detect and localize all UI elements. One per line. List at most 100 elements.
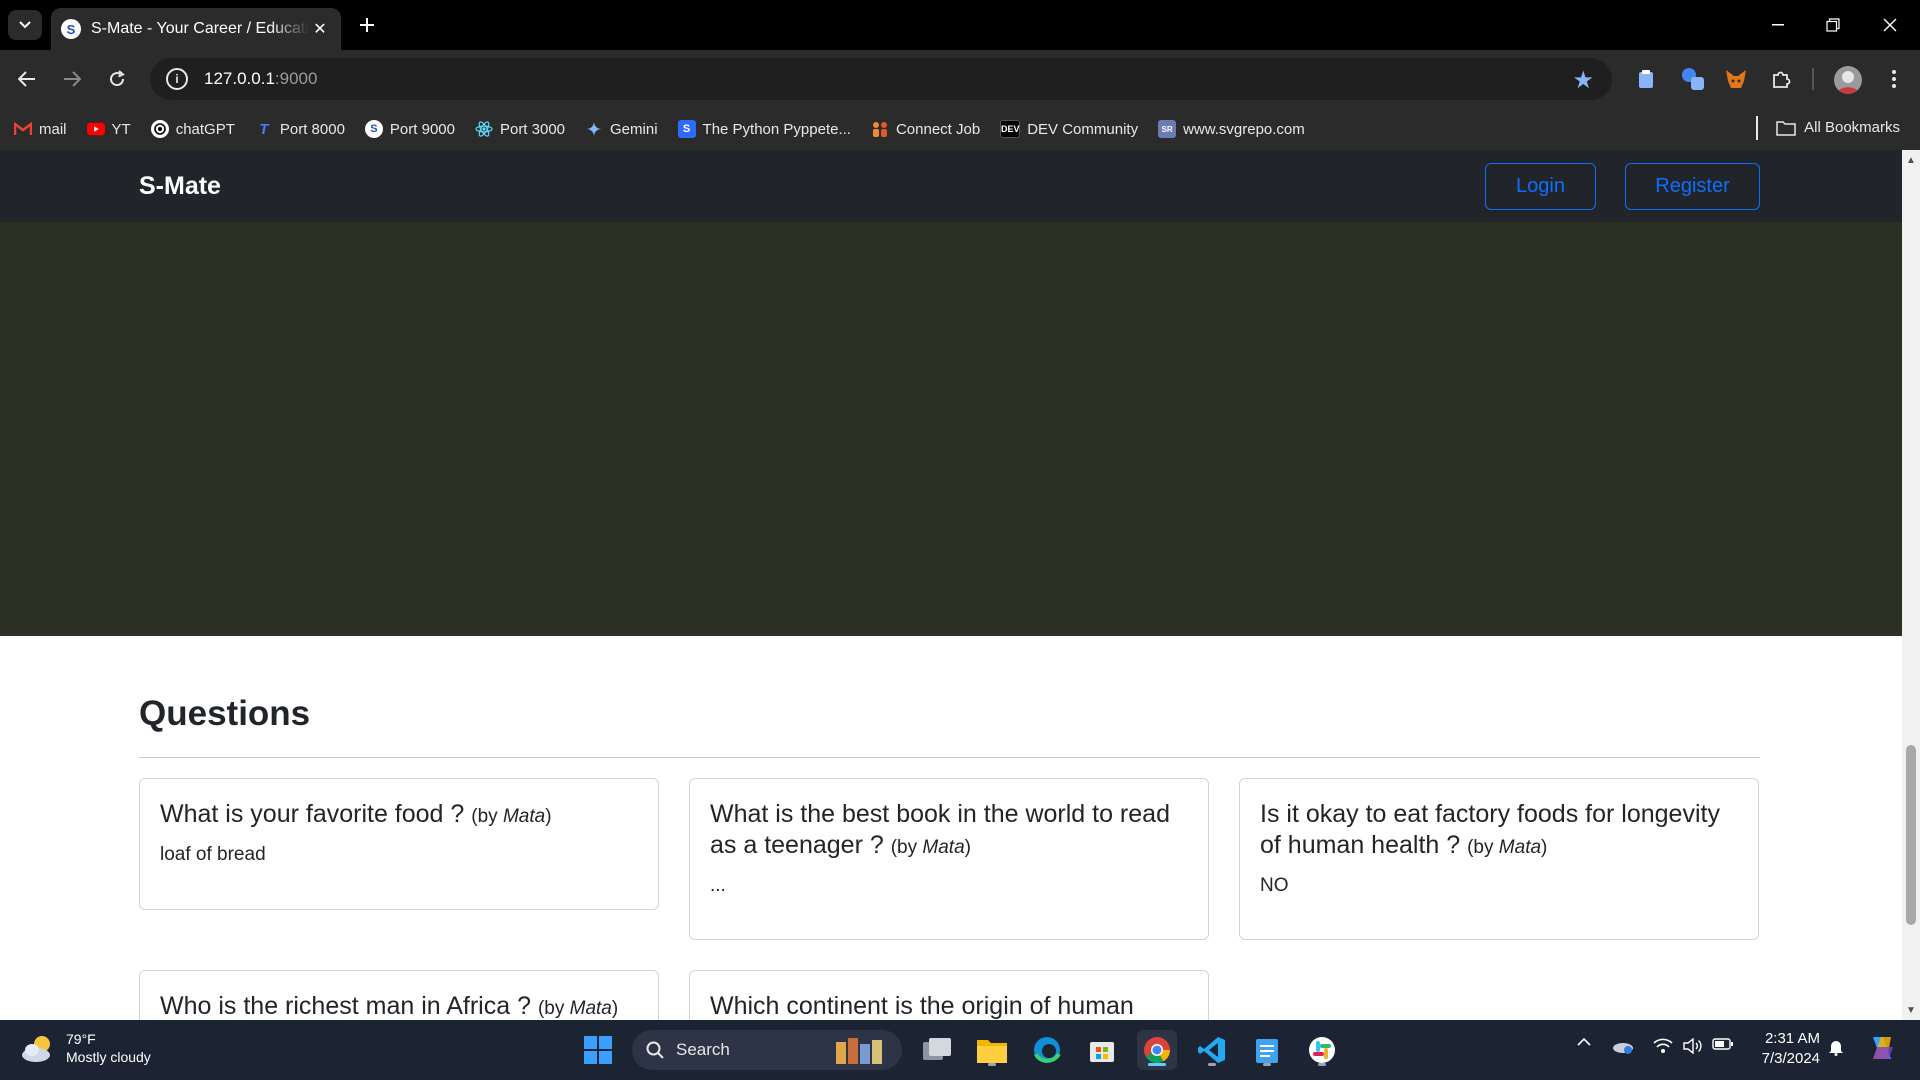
restore-button[interactable] [1815,10,1851,40]
forward-button[interactable] [57,64,87,94]
login-button[interactable]: Login [1485,163,1596,210]
chevron-down-icon [19,21,31,29]
chevron-up-icon[interactable] [1574,1038,1594,1046]
plus-icon [360,18,374,32]
bookmark-port-3000[interactable]: Port 3000 [475,120,565,138]
question-answer: ... [710,875,726,896]
question-card[interactable]: What is your favorite food ? (by Mata) l… [139,778,659,910]
minimize-button[interactable] [1760,10,1796,40]
questions-heading: Questions [139,694,311,733]
running-indicator [1318,1063,1326,1066]
close-icon[interactable]: ✕ [309,18,331,40]
minimize-icon [1772,24,1784,26]
bookmark-gemini[interactable]: Gemini [585,120,658,138]
question-card[interactable]: Which continent is the origin of human [689,970,1209,1020]
clock-date: 7/3/2024 [1761,1050,1820,1067]
site-brand[interactable]: S-Mate [139,172,221,201]
bookmark-dev-community[interactable]: DEV DEV Community [1000,120,1138,138]
cloudy-moon-icon [20,1034,56,1062]
browser-toolbar: i 127.0.0.1:9000 ★ [0,50,1920,108]
avatar-icon [1837,71,1859,94]
tab-bar: S S-Mate - Your Career / Education ✕ [0,0,1920,50]
clock-time: 2:31 AM [1764,1030,1820,1047]
close-window-button[interactable] [1872,10,1908,40]
bookmark-port-9000[interactable]: S Port 9000 [364,120,455,138]
tab-search-button[interactable] [8,10,42,40]
volume-icon[interactable] [1682,1038,1704,1054]
start-button[interactable] [578,1030,618,1070]
scrollbar-thumb[interactable] [1906,745,1916,925]
bookmark-svgrepo[interactable]: SR www.svgrepo.com [1158,120,1305,138]
toolbar-separator [1812,68,1814,90]
smate-favicon-icon: S [61,19,81,39]
reload-button[interactable] [102,64,132,94]
bookmark-yt[interactable]: YT [86,120,131,138]
bookmark-connect-job[interactable]: Connect Job [871,120,980,138]
typo3-icon: T [259,120,269,138]
notification-bell-icon[interactable] [1826,1038,1846,1056]
bookmark-mail[interactable]: mail [14,120,67,138]
scroll-down-icon[interactable]: ▼ [1906,1005,1916,1016]
search-highlight-icon [836,1038,882,1064]
battery-icon[interactable] [1712,1038,1734,1050]
question-card[interactable]: Who is the richest man in Africa ? (by M… [139,970,659,1020]
translate-extension-icon[interactable] [1680,66,1706,92]
extensions-puzzle-icon[interactable] [1768,66,1794,92]
question-author: (by Mata) [537,998,619,1019]
address-bar[interactable]: i 127.0.0.1:9000 ★ [150,58,1612,100]
task-view-icon[interactable] [917,1030,957,1070]
gemini-icon [585,120,603,138]
openai-icon [150,120,169,138]
restore-icon [1826,18,1840,32]
scroll-up-icon[interactable]: ▲ [1906,155,1916,166]
bookmark-chatgpt[interactable]: chatGPT [150,120,235,138]
bookmark-star-icon[interactable]: ★ [1572,66,1594,95]
bookmark-pyppeteer[interactable]: S The Python Pyppete... [677,120,851,138]
notepad-icon[interactable] [1247,1030,1287,1070]
taskbar-search[interactable]: Search [632,1030,902,1070]
question-card[interactable]: Is it okay to eat factory foods for long… [1239,778,1759,940]
edge-icon[interactable] [1027,1030,1067,1070]
question-card[interactable]: What is the best book in the world to re… [689,778,1209,940]
new-tab-button[interactable] [352,10,382,40]
svgrepo-icon: SR [1158,120,1177,138]
file-explorer-icon[interactable] [972,1030,1012,1070]
all-bookmarks-button[interactable]: All Bookmarks [1776,119,1900,136]
page-viewport: S-Mate Login Register Questions What is … [0,150,1902,1020]
vscode-icon[interactable] [1192,1030,1232,1070]
running-indicator [1263,1063,1271,1066]
pyppeteer-icon: S [677,120,696,138]
bookmarks-separator [1756,116,1758,140]
hero-banner [0,222,1902,636]
search-icon [646,1041,664,1059]
bookmarks-bar: mail YT chatGPT T Port 8000 S Port 9000 … [0,108,1920,150]
url-host: 127.0.0.1 [204,69,275,88]
page-scrollbar[interactable]: ▲ ▼ [1902,150,1920,1020]
browser-tab-active[interactable]: S S-Mate - Your Career / Education ✕ [51,8,341,50]
bookmark-port-8000[interactable]: T Port 8000 [255,120,345,138]
dev-icon: DEV [1000,120,1021,138]
copilot-icon[interactable] [1866,1032,1898,1064]
question-title: Is it okay to eat factory foods for long… [1260,800,1720,859]
clipboard-extension-icon[interactable] [1633,66,1659,92]
question-answer: NO [1260,875,1289,896]
back-button[interactable] [12,64,42,94]
metamask-icon[interactable] [1723,66,1749,92]
weather-widget[interactable]: 79°F Mostly cloudy [20,1030,151,1066]
arrow-left-icon [18,71,35,87]
profile-avatar[interactable] [1834,66,1862,94]
gmail-icon [14,120,32,138]
slack-icon[interactable] [1302,1030,1342,1070]
chrome-icon[interactable] [1137,1030,1177,1070]
site-navbar: S-Mate Login Register [0,150,1902,222]
onedrive-icon[interactable] [1612,1038,1634,1054]
url-port: :9000 [274,69,318,88]
arrow-right-icon [64,71,81,87]
register-button[interactable]: Register [1625,163,1760,210]
microsoft-store-icon[interactable] [1082,1030,1122,1070]
system-clock[interactable]: 2:31 AM 7/3/2024 [1750,1029,1820,1069]
site-info-icon[interactable]: i [166,68,188,90]
windows-logo-icon [584,1036,612,1064]
wifi-icon[interactable] [1652,1038,1674,1054]
more-menu-icon[interactable] [1881,66,1907,92]
